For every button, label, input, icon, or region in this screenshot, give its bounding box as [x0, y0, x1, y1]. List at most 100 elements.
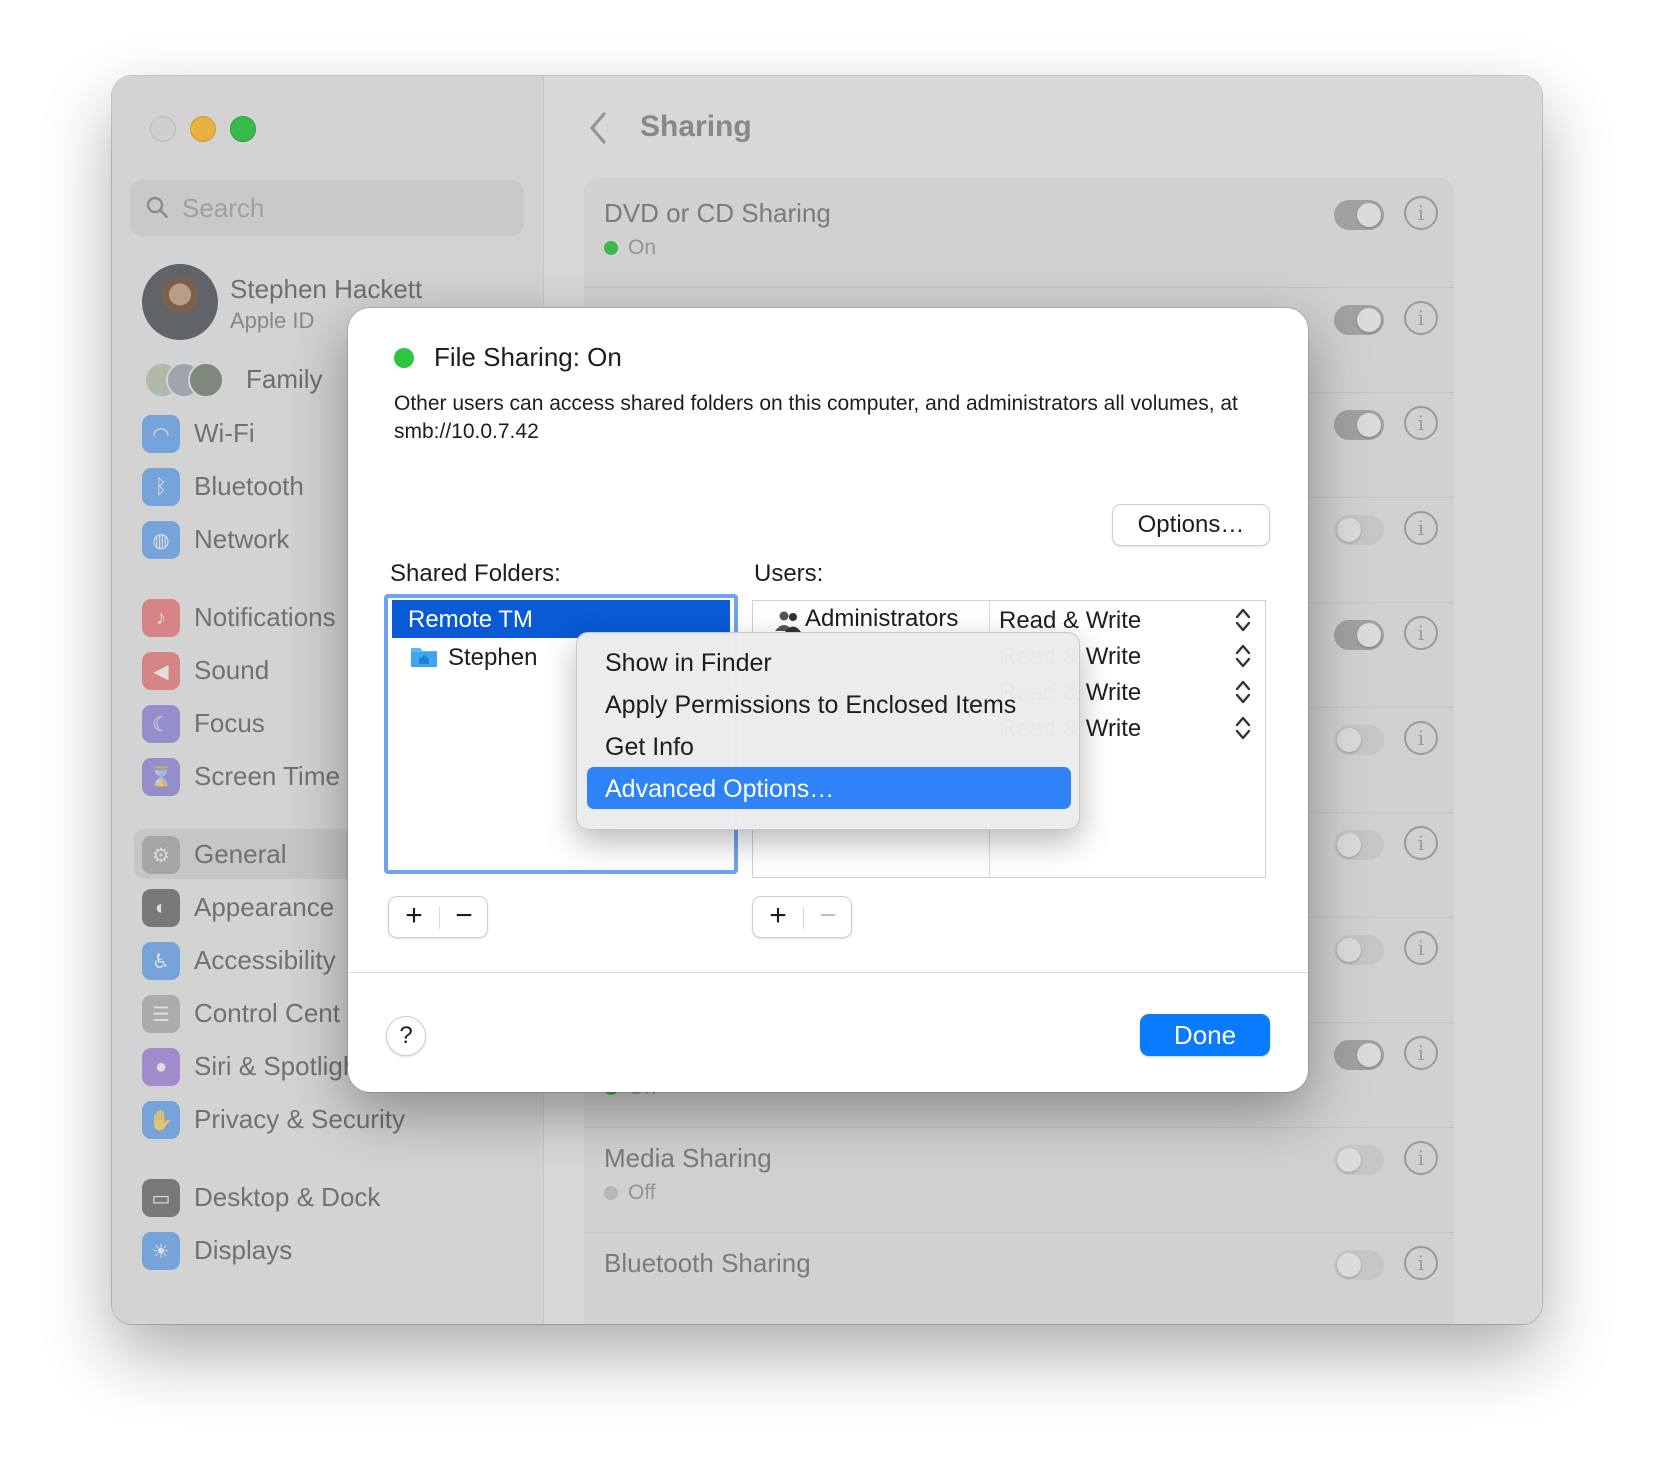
sheet-divider — [348, 972, 1308, 973]
info-icon[interactable]: i — [1404, 196, 1438, 230]
service-toggle[interactable] — [1334, 410, 1384, 440]
remove-folder-button[interactable]: − — [439, 897, 489, 937]
sidebar-item-label: General — [194, 839, 287, 869]
info-icon[interactable]: i — [1404, 616, 1438, 650]
appearance-icon: ◐ — [142, 889, 180, 927]
up-down-chevron-icon[interactable] — [1235, 679, 1251, 705]
user-add-remove-control: + − — [752, 896, 852, 938]
sidebar-item-privacy-security[interactable]: ✋ Privacy & Security — [134, 1094, 534, 1144]
dock-icon: ▭ — [142, 1179, 180, 1217]
service-toggle[interactable] — [1334, 1040, 1384, 1070]
info-icon[interactable]: i — [1404, 1246, 1438, 1280]
speaker-icon: ◀ — [142, 652, 180, 690]
sidebar-item-displays[interactable]: ☀ Displays — [134, 1225, 534, 1275]
toggle-knob — [1337, 938, 1361, 962]
users-label: Users: — [754, 560, 824, 587]
sidebar-search[interactable] — [130, 180, 524, 236]
toggle-knob — [1357, 308, 1381, 332]
service-toggle[interactable] — [1334, 725, 1384, 755]
service-toggle[interactable] — [1334, 620, 1384, 650]
sidebar-item-label: Displays — [194, 1235, 293, 1265]
sidebar-item-label: Focus — [194, 708, 265, 738]
shared-folders-label: Shared Folders: — [390, 560, 561, 587]
status-text: Off — [628, 1181, 656, 1204]
toggle-knob — [1337, 1148, 1361, 1172]
control-center-icon: ☰ — [142, 995, 180, 1033]
sidebar-item-label: Privacy & Security — [194, 1104, 405, 1134]
info-icon[interactable]: i — [1404, 931, 1438, 965]
up-down-chevron-icon[interactable] — [1235, 643, 1251, 669]
home-folder-icon — [411, 648, 437, 667]
service-name: Bluetooth Sharing — [604, 1248, 811, 1278]
family-label: Family — [246, 364, 323, 394]
add-folder-button[interactable]: + — [389, 897, 439, 937]
sidebar-item-desktop-dock[interactable]: ▭ Desktop & Dock — [134, 1172, 534, 1222]
accessibility-icon: ♿ — [142, 942, 180, 980]
service-name: Media Sharing — [604, 1143, 772, 1173]
info-icon[interactable]: i — [1404, 301, 1438, 335]
service-toggle[interactable] — [1334, 305, 1384, 335]
user-name: Administrators — [805, 605, 959, 632]
folder-name: Remote TM — [408, 606, 533, 633]
siri-icon: ● — [142, 1048, 180, 1086]
minimize-window-button[interactable] — [190, 116, 216, 142]
options-button[interactable]: Options… — [1112, 504, 1270, 546]
up-down-chevron-icon[interactable] — [1235, 607, 1251, 633]
toggle-knob — [1337, 1253, 1361, 1277]
service-status: On — [604, 236, 656, 260]
hourglass-icon: ⌛ — [142, 758, 180, 796]
service-toggle[interactable] — [1334, 935, 1384, 965]
service-status: Off — [604, 1181, 656, 1205]
menu-item-show-in-finder[interactable]: Show in Finder — [587, 641, 1071, 683]
search-input[interactable] — [182, 192, 502, 224]
sidebar-item-label: Wi-Fi — [194, 418, 255, 448]
sun-icon: ☀ — [142, 1232, 180, 1270]
toggle-knob — [1337, 728, 1361, 752]
service-toggle[interactable] — [1334, 200, 1384, 230]
service-toggle[interactable] — [1334, 515, 1384, 545]
service-toggle[interactable] — [1334, 1145, 1384, 1175]
info-icon[interactable]: i — [1404, 511, 1438, 545]
globe-icon: ◍ — [142, 521, 180, 559]
menu-item-label: Get Info — [605, 733, 694, 761]
toggle-knob — [1357, 1043, 1381, 1067]
zoom-window-button[interactable] — [230, 116, 256, 142]
search-icon — [146, 196, 168, 218]
menu-item-apply-permissions-to-enclosed-items[interactable]: Apply Permissions to Enclosed Items — [587, 683, 1071, 725]
service-name: DVD or CD Sharing — [604, 198, 831, 228]
info-icon[interactable]: i — [1404, 1141, 1438, 1175]
sidebar-item-label: Siri & Spotlight — [194, 1051, 365, 1081]
menu-item-advanced-options[interactable]: Advanced Options… — [587, 767, 1071, 809]
remove-user-button[interactable]: − — [803, 897, 853, 937]
toggle-knob — [1337, 518, 1361, 542]
info-icon[interactable]: i — [1404, 721, 1438, 755]
back-chevron-icon[interactable] — [584, 108, 614, 148]
sidebar-item-label: Bluetooth — [194, 471, 304, 501]
family-avatar — [188, 362, 224, 398]
folder-name: Stephen — [448, 644, 538, 671]
sidebar-item-label: Appearance — [194, 892, 335, 922]
add-user-button[interactable]: + — [753, 897, 803, 937]
service-toggle[interactable] — [1334, 830, 1384, 860]
close-window-button[interactable] — [150, 116, 176, 142]
help-button[interactable]: ? — [386, 1016, 426, 1056]
group-users-icon — [775, 611, 801, 632]
gear-icon: ⚙ — [142, 836, 180, 874]
service-toggle[interactable] — [1334, 1250, 1384, 1280]
moon-icon: ☾ — [142, 705, 180, 743]
bluetooth-icon: ᛒ — [142, 468, 180, 506]
up-down-chevron-icon[interactable] — [1235, 715, 1251, 741]
sharing-service-row: Bluetooth Sharing i — [584, 1228, 1454, 1324]
info-icon[interactable]: i — [1404, 1036, 1438, 1070]
status-dot — [604, 241, 618, 255]
menu-item-get-info[interactable]: Get Info — [587, 725, 1071, 767]
sidebar-item-label: Network — [194, 524, 290, 554]
status-dot — [604, 1186, 618, 1200]
sharing-service-row: Media Sharing Off i — [584, 1123, 1454, 1233]
info-icon[interactable]: i — [1404, 826, 1438, 860]
sidebar-item-label: Accessibility — [194, 945, 336, 975]
done-button[interactable]: Done — [1140, 1014, 1270, 1056]
permission-popup[interactable]: Read & Write — [999, 607, 1169, 635]
info-icon[interactable]: i — [1404, 406, 1438, 440]
toggle-knob — [1357, 413, 1381, 437]
